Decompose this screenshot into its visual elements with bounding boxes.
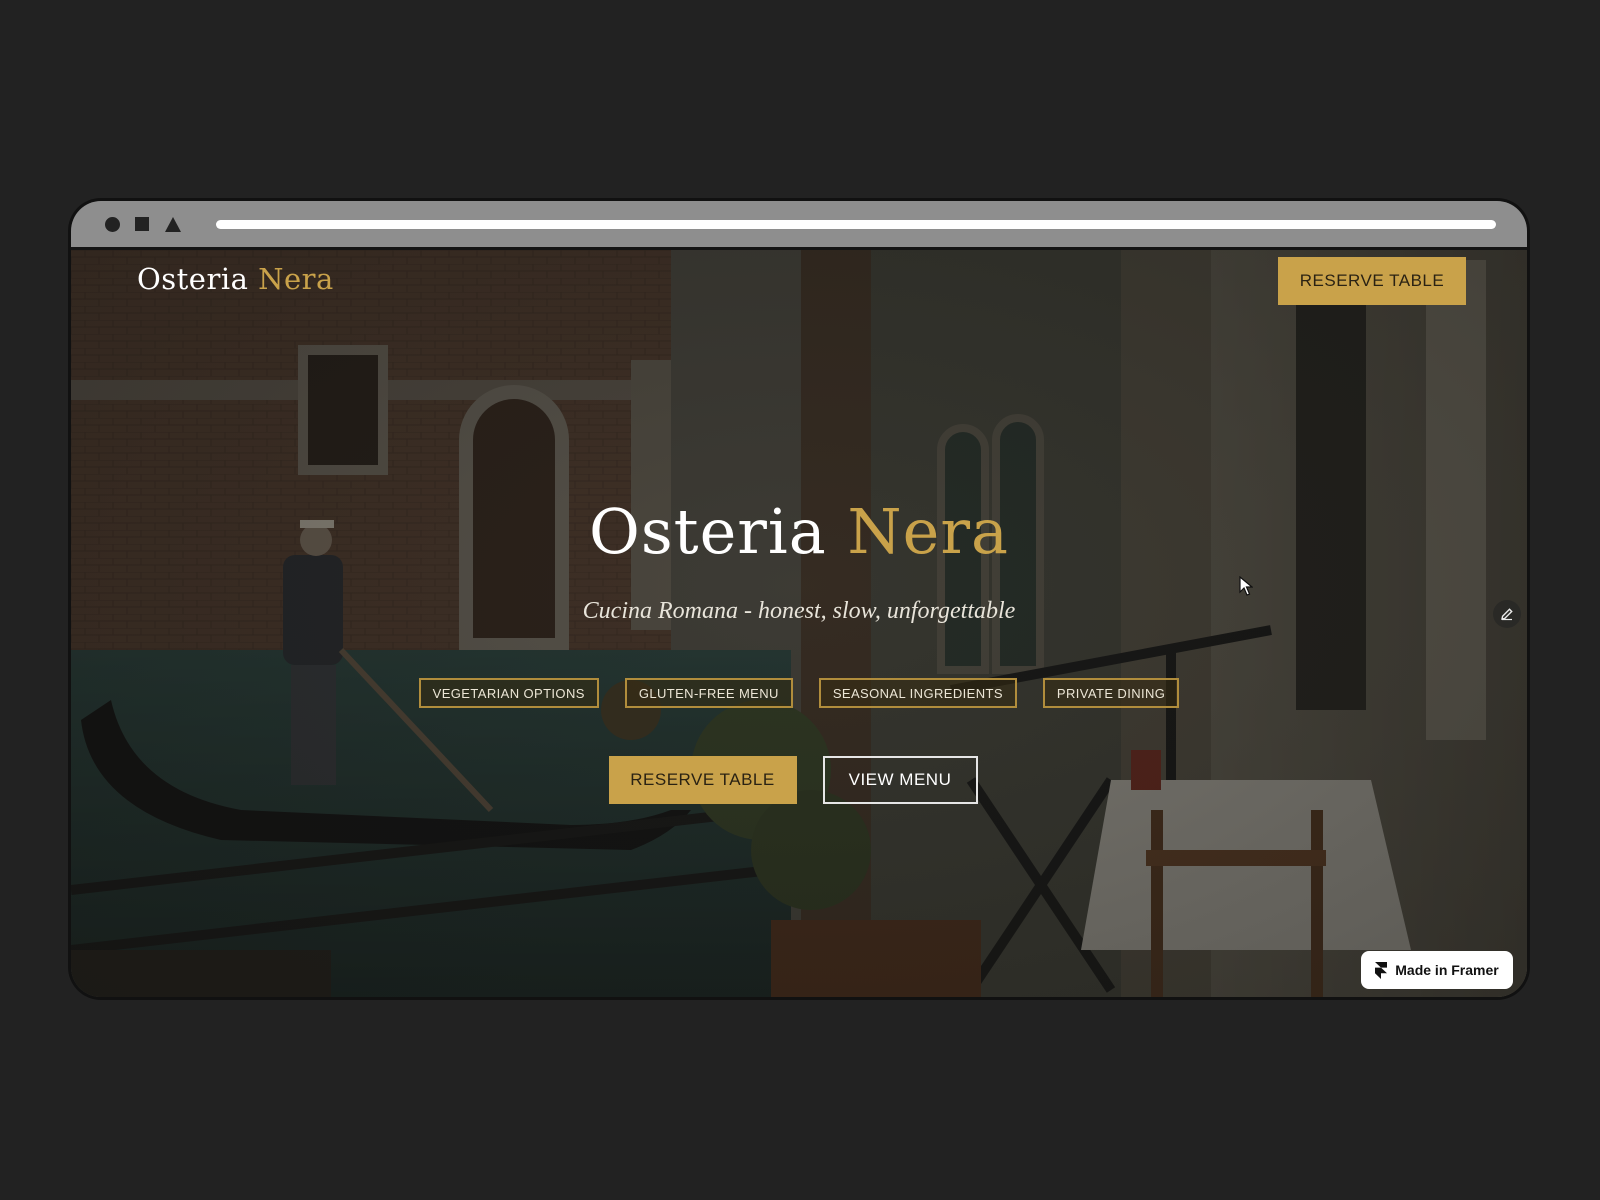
nav-reserve-table-button[interactable]: RESERVE TABLE — [1278, 257, 1466, 305]
mouse-cursor-icon — [1239, 576, 1253, 596]
feature-tags: VEGETARIAN OPTIONS GLUTEN-FREE MENU SEAS… — [71, 678, 1527, 708]
tag-gluten-free-menu: GLUTEN-FREE MENU — [624, 678, 793, 708]
logo-primary-text: Osteria — [137, 262, 249, 296]
logo-accent-text: Nera — [258, 262, 334, 296]
address-bar[interactable] — [216, 220, 1496, 229]
hero-section: Osteria Nera RESERVE TABLE Osteria Nera … — [71, 250, 1527, 997]
hero-title-primary: Osteria — [589, 495, 827, 568]
circle-icon — [105, 217, 120, 232]
browser-topbar — [71, 201, 1527, 250]
hero-cta-group: RESERVE TABLE VIEW MENU — [71, 756, 1527, 804]
triangle-icon — [165, 217, 181, 232]
made-in-framer-badge[interactable]: Made in Framer — [1361, 951, 1513, 989]
pencil-icon — [1501, 608, 1513, 621]
framer-badge-label: Made in Framer — [1395, 962, 1499, 978]
tag-seasonal-ingredients: SEASONAL INGREDIENTS — [818, 678, 1017, 708]
browser-window: Osteria Nera RESERVE TABLE Osteria Nera … — [71, 201, 1527, 997]
tag-vegetarian-options: VEGETARIAN OPTIONS — [418, 678, 599, 708]
hero-title-accent: Nera — [847, 495, 1009, 568]
site-logo[interactable]: Osteria Nera — [137, 262, 334, 296]
hero-subtitle: Cucina Romana - honest, slow, unforgetta… — [582, 598, 1016, 624]
view-menu-button[interactable]: VIEW MENU — [822, 756, 978, 804]
tag-private-dining: PRIVATE DINING — [1042, 678, 1180, 708]
hero-title: Osteria Nera — [71, 495, 1527, 568]
edit-pencil-button[interactable] — [1493, 600, 1521, 628]
square-icon — [135, 217, 149, 231]
framer-logo-icon — [1375, 961, 1388, 979]
reserve-table-button[interactable]: RESERVE TABLE — [608, 756, 797, 804]
